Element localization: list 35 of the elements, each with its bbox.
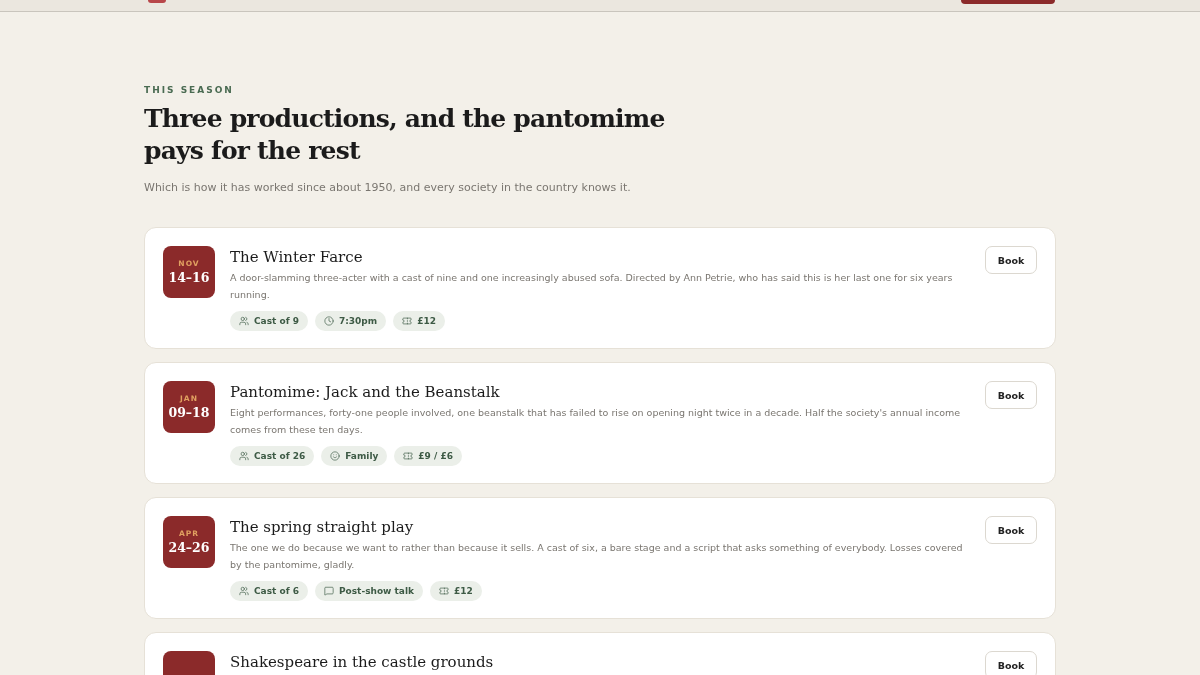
- info-chip: Post-show talk: [314, 581, 423, 601]
- book-button[interactable]: Book: [985, 381, 1037, 409]
- info-chip: £12: [430, 581, 482, 601]
- production-description: A door-slamming three-acter with a cast of nine and one increasingly abused sofa. Directed by Ann Petrie, who has said this is her last one for six years running.: [230, 271, 954, 302]
- ticket-icon: [403, 451, 414, 461]
- info-chip: 7:30pm: [314, 311, 387, 331]
- book-button[interactable]: Book: [985, 651, 1037, 675]
- people-icon: [239, 586, 249, 596]
- clock-icon: [323, 316, 334, 326]
- ticket-icon: [439, 586, 449, 596]
- book-button[interactable]: Book: [985, 516, 1037, 544]
- date-days: 14–16: [168, 270, 210, 285]
- info-chip: Cast of 26: [230, 446, 315, 466]
- production-title: Pantomime: Jack and the Beanstalk: [230, 383, 501, 401]
- speech-bubble-icon: [323, 586, 334, 596]
- people-icon: [239, 451, 249, 461]
- section-eyebrow: THIS SEASON: [144, 85, 235, 95]
- people-icon: [239, 316, 249, 326]
- info-chip: Cast of 6: [230, 581, 308, 601]
- info-chip: £9 / £6: [394, 446, 462, 466]
- book-button[interactable]: Book: [985, 246, 1037, 274]
- date-days: 09–18: [168, 405, 210, 420]
- date-days: 24–26: [168, 540, 210, 555]
- production-title: The Winter Farce: [230, 248, 364, 266]
- ticket-icon: [402, 316, 413, 326]
- info-chip: Cast of 9: [230, 311, 308, 331]
- production-description: Eight performances, forty-one people involved, one beanstalk that has failed to rise on opening night twice in a decade. Half the society's annual income comes from these ten days.: [230, 406, 962, 437]
- production-title: The spring straight play: [230, 518, 415, 536]
- info-chip: £12: [393, 311, 445, 331]
- production-description: The one we do because we want to rather than because it sells. A cast of six, a bare stage and a script that asks something of everybody. Losses covered by the pantomime, gladly.: [230, 541, 964, 572]
- section-subtitle: Which is how it has worked since about 1950, and every society in the country knows it.: [144, 181, 632, 194]
- section-title: Three productions, and the pantomime pays for the rest: [144, 103, 666, 167]
- production-title: Shakespeare in the castle grounds: [230, 653, 495, 671]
- smiley-icon: [330, 451, 341, 461]
- info-chip: Family: [321, 446, 388, 466]
